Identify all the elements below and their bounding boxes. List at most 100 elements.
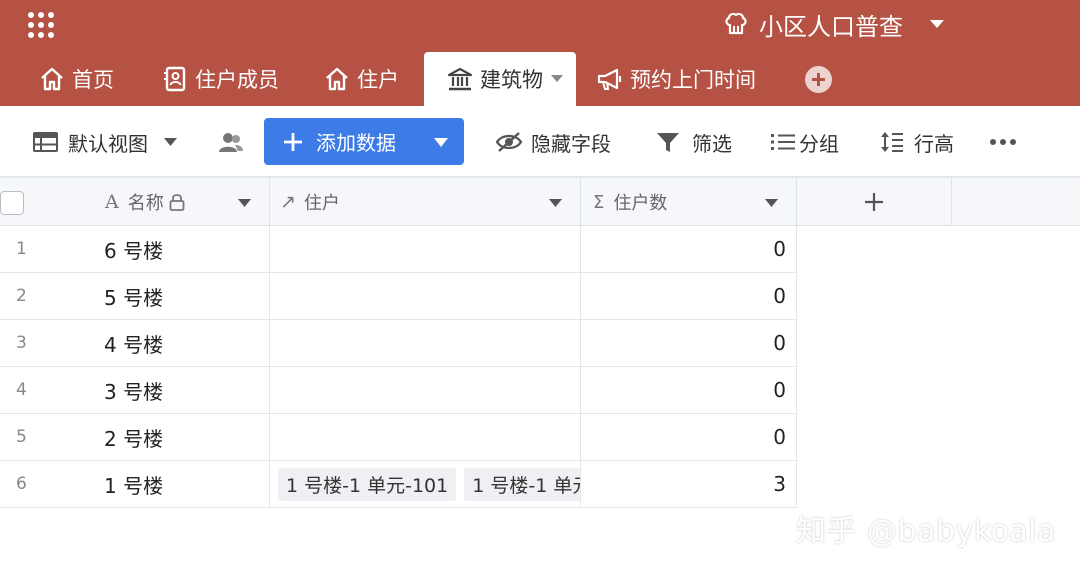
eye-off-icon bbox=[495, 132, 523, 152]
households-cell[interactable]: 1 号楼-1 单元-101 1 号楼-1 单元 bbox=[270, 461, 581, 507]
view-toolbar: 默认视图 添加数据 隐藏字段 筛选 分组 行高 bbox=[0, 106, 1080, 178]
household-count-cell[interactable]: 0 bbox=[581, 367, 797, 413]
text-type-icon: A bbox=[105, 191, 119, 213]
people-icon bbox=[219, 133, 243, 152]
name-cell[interactable]: 4 号楼 bbox=[100, 320, 270, 366]
column-header-household-count[interactable]: Σ 住户数 bbox=[581, 178, 797, 226]
collaborators-button[interactable] bbox=[218, 106, 244, 178]
view-name: 默认视图 bbox=[68, 131, 148, 156]
base-title: 小区人口普查 bbox=[759, 12, 903, 41]
more-icon bbox=[990, 139, 1016, 145]
row-number: 3 bbox=[16, 333, 27, 353]
row-height-button[interactable]: 行高 bbox=[880, 106, 954, 178]
tab-buildings[interactable]: 建筑物 bbox=[424, 52, 576, 106]
list-group-icon bbox=[771, 134, 795, 150]
row-number: 6 bbox=[16, 474, 27, 494]
tab-label: 建筑物 bbox=[480, 68, 543, 92]
row-height-icon bbox=[881, 132, 903, 152]
chevron-down-icon[interactable] bbox=[765, 199, 778, 207]
lock-icon bbox=[169, 194, 185, 211]
sum-type-icon: Σ bbox=[593, 191, 605, 213]
watermark: 知乎 @babykoala bbox=[796, 514, 1057, 549]
hide-fields-label: 隐藏字段 bbox=[531, 131, 611, 156]
household-count-cell[interactable]: 0 bbox=[581, 414, 797, 460]
add-record-button[interactable]: 添加数据 bbox=[264, 118, 464, 165]
name-cell[interactable]: 1 号楼 bbox=[100, 461, 270, 507]
households-cell[interactable] bbox=[270, 367, 581, 413]
home-icon bbox=[326, 67, 348, 91]
households-cell[interactable] bbox=[270, 414, 581, 460]
table-row[interactable]: 4 3 号楼 0 bbox=[0, 367, 797, 414]
table-row[interactable]: 1 6 号楼 0 bbox=[0, 226, 797, 273]
add-column-button[interactable] bbox=[797, 178, 952, 226]
row-height-label: 行高 bbox=[914, 131, 954, 156]
group-button[interactable]: 分组 bbox=[771, 106, 839, 178]
household-count-cell[interactable]: 0 bbox=[581, 273, 797, 319]
grid-view-icon bbox=[33, 132, 58, 152]
tab-members[interactable]: 住户成员 bbox=[161, 52, 279, 106]
bank-building-icon bbox=[447, 67, 473, 91]
tab-label: 首页 bbox=[72, 68, 114, 92]
hide-fields-button[interactable]: 隐藏字段 bbox=[495, 106, 611, 178]
add-record-label: 添加数据 bbox=[316, 131, 396, 155]
megaphone-icon bbox=[597, 68, 622, 90]
tab-appointments[interactable]: 预约上门时间 bbox=[596, 52, 756, 106]
row-number: 2 bbox=[16, 286, 27, 306]
linked-record-chip[interactable]: 1 号楼-1 单元-101 bbox=[278, 467, 457, 501]
name-cell[interactable]: 5 号楼 bbox=[100, 273, 270, 319]
table-row[interactable]: 5 2 号楼 0 bbox=[0, 414, 797, 461]
name-cell[interactable]: 3 号楼 bbox=[100, 367, 270, 413]
households-cell[interactable] bbox=[270, 226, 581, 272]
group-label: 分组 bbox=[799, 131, 839, 156]
households-cell[interactable] bbox=[270, 273, 581, 319]
name-cell[interactable]: 6 号楼 bbox=[100, 226, 270, 272]
link-type-icon: ↗ bbox=[280, 191, 296, 213]
more-options-button[interactable] bbox=[989, 106, 1017, 178]
table-tabs: 首页 住户成员 住户 建筑物 预约上门时间 bbox=[0, 52, 1080, 106]
table-row[interactable]: 2 5 号楼 0 bbox=[0, 273, 797, 320]
chevron-down-icon[interactable] bbox=[434, 138, 448, 147]
name-cell[interactable]: 2 号楼 bbox=[100, 414, 270, 460]
filter-button[interactable]: 筛选 bbox=[656, 106, 732, 178]
column-header-name[interactable]: A 名称 bbox=[100, 178, 270, 226]
tab-label: 住户成员 bbox=[195, 68, 279, 92]
household-count-cell[interactable]: 3 bbox=[581, 461, 797, 507]
select-all-checkbox[interactable] bbox=[0, 191, 24, 215]
household-count-cell[interactable]: 0 bbox=[581, 320, 797, 366]
chevron-down-icon bbox=[930, 20, 944, 28]
chevron-down-icon[interactable] bbox=[549, 199, 562, 207]
row-number: 5 bbox=[16, 427, 27, 447]
households-cell[interactable] bbox=[270, 320, 581, 366]
tab-households[interactable]: 住户 bbox=[323, 52, 399, 106]
chevron-down-icon bbox=[164, 138, 177, 146]
table-row[interactable]: 6 1 号楼 1 号楼-1 单元-101 1 号楼-1 单元 3 bbox=[0, 461, 797, 508]
linked-record-chip[interactable]: 1 号楼-1 单元 bbox=[464, 467, 580, 501]
select-all-cell bbox=[0, 178, 100, 226]
add-table-icon[interactable] bbox=[805, 66, 832, 93]
app-header: 小区人口普查 首页 住户成员 住户 建筑物 预约上门时间 bbox=[0, 0, 1080, 106]
app-grid-icon[interactable] bbox=[27, 11, 55, 39]
tab-label: 预约上门时间 bbox=[630, 68, 756, 92]
plus-icon bbox=[865, 193, 883, 211]
table-row[interactable]: 3 4 号楼 0 bbox=[0, 320, 797, 367]
chevron-down-icon[interactable] bbox=[551, 75, 563, 83]
chevron-down-icon[interactable] bbox=[238, 199, 251, 207]
view-switcher[interactable]: 默认视图 bbox=[33, 106, 177, 178]
grid-header: A 名称 ↗ 住户 Σ 住户数 bbox=[0, 178, 1080, 226]
household-count-cell[interactable]: 0 bbox=[581, 226, 797, 272]
column-header-households[interactable]: ↗ 住户 bbox=[270, 178, 581, 226]
filter-icon bbox=[657, 133, 679, 152]
tab-home[interactable]: 首页 bbox=[38, 52, 114, 106]
column-label: 住户 bbox=[303, 193, 340, 214]
filter-label: 筛选 bbox=[692, 131, 732, 156]
column-label: 住户数 bbox=[613, 193, 668, 214]
home-icon bbox=[41, 67, 63, 91]
contact-card-icon bbox=[164, 66, 186, 92]
column-label: 名称 bbox=[127, 193, 164, 214]
tab-label: 住户 bbox=[357, 68, 399, 92]
plus-icon bbox=[284, 132, 302, 151]
row-number: 4 bbox=[16, 380, 27, 400]
base-title-menu[interactable]: 小区人口普查 bbox=[723, 8, 945, 41]
chef-hat-icon bbox=[725, 12, 747, 35]
row-number: 1 bbox=[16, 239, 27, 259]
